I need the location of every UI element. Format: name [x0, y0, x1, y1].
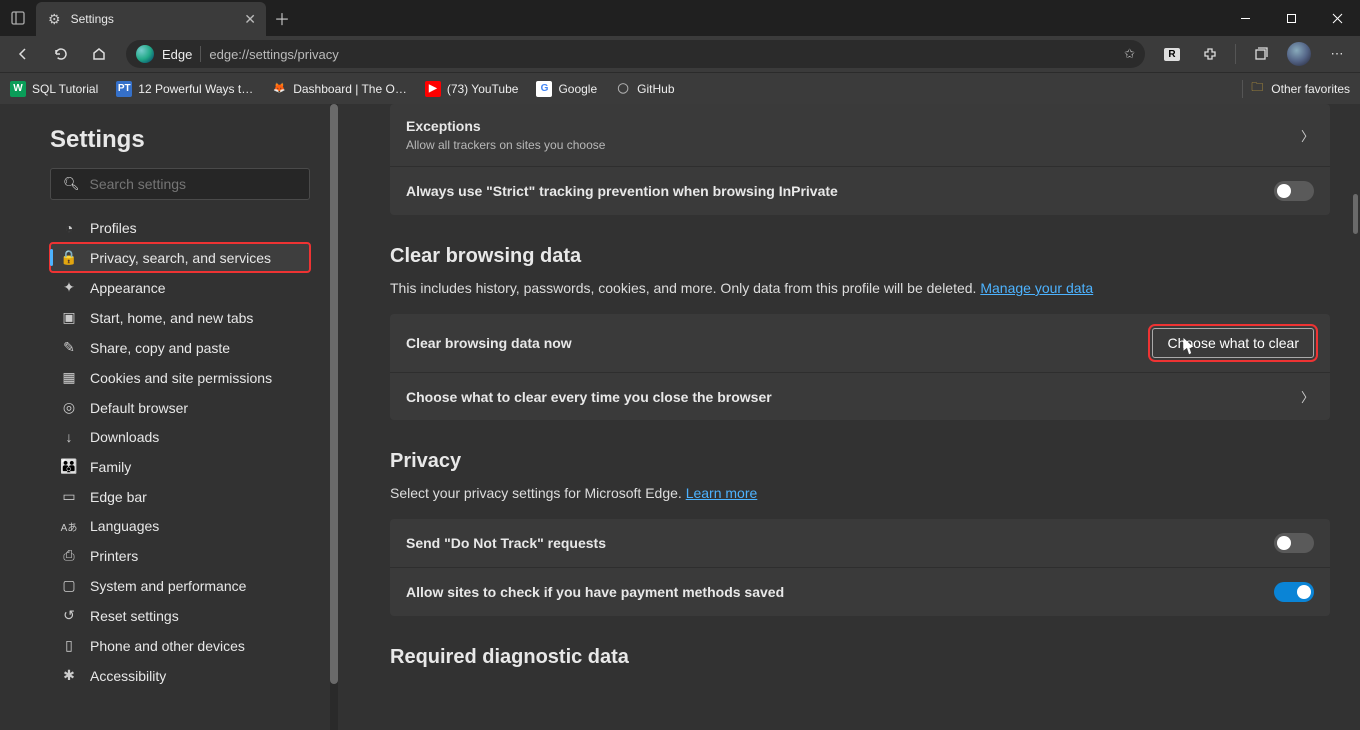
reset-icon: ↺ [60, 607, 78, 624]
sidebar-item-printers[interactable]: ⎙Printers [50, 541, 310, 570]
sidebar-item-accessibility[interactable]: ✱Accessibility [50, 661, 310, 690]
collections-button[interactable] [1244, 37, 1278, 71]
search-settings-box[interactable]: 🔍︎ [50, 168, 310, 200]
sidebar-item-family[interactable]: 👪Family [50, 452, 310, 481]
address-url: edge://settings/privacy [209, 47, 338, 62]
clear-data-heading: Clear browsing data [390, 245, 1330, 268]
sidebar-item-cookies[interactable]: ▦Cookies and site permissions [50, 363, 310, 392]
bookmark-item[interactable]: WSQL Tutorial [10, 81, 98, 97]
sidebar-item-appearance[interactable]: ✦Appearance [50, 273, 310, 302]
bookmark-item[interactable]: 🦊Dashboard | The O… [271, 81, 407, 97]
new-tab-button[interactable]: ＋ [266, 6, 298, 30]
bookmark-item[interactable]: GGoogle [536, 81, 597, 97]
home-button[interactable] [82, 37, 116, 71]
sidebar-item-privacy[interactable]: 🔒Privacy, search, and services [50, 243, 310, 272]
manage-data-link[interactable]: Manage your data [980, 280, 1093, 296]
favicon-icon: 🦊 [271, 81, 287, 97]
favicon-icon: ▶ [425, 81, 441, 97]
exceptions-row[interactable]: Exceptions Allow all trackers on sites y… [390, 104, 1330, 167]
edge-logo-icon [136, 45, 154, 63]
printer-icon: ⎙ [60, 547, 78, 564]
tab-title: Settings [71, 12, 114, 26]
extensions-button[interactable] [1193, 37, 1227, 71]
appearance-icon: ✦ [60, 279, 78, 296]
sidebar-scrollbar[interactable] [330, 104, 338, 730]
privacy-desc: Select your privacy settings for Microso… [390, 485, 1330, 501]
favicon-icon: W [10, 81, 26, 97]
profile-avatar[interactable] [1282, 37, 1316, 71]
back-button[interactable] [6, 37, 40, 71]
sidebar-item-phone[interactable]: ▯Phone and other devices [50, 631, 310, 660]
refresh-button[interactable] [44, 37, 78, 71]
window-minimize[interactable] [1222, 0, 1268, 36]
phone-icon: ▯ [60, 637, 78, 654]
language-icon: Aあ [60, 519, 78, 534]
sidebar-item-reset[interactable]: ↺Reset settings [50, 601, 310, 630]
sidebar-item-system[interactable]: ▢System and performance [50, 571, 310, 600]
bookmark-item[interactable]: ◯GitHub [615, 81, 674, 97]
favicon-icon: PT [116, 81, 132, 97]
strict-tracking-row: Always use "Strict" tracking prevention … [390, 167, 1330, 215]
clear-now-row: Clear browsing data now Choose what to c… [390, 314, 1330, 373]
sidebar-item-edgebar[interactable]: ▭Edge bar [50, 482, 310, 511]
diagnostic-heading: Required diagnostic data [390, 646, 1330, 669]
favicon-icon: G [536, 81, 552, 97]
window-close[interactable] [1314, 0, 1360, 36]
address-brand: Edge [162, 47, 192, 62]
payment-toggle[interactable] [1274, 582, 1314, 602]
edgebar-icon: ▭ [60, 488, 78, 505]
sidebar-item-share[interactable]: ✎Share, copy and paste [50, 333, 310, 362]
favicon-icon: ◯ [615, 81, 631, 97]
sidebar-item-languages[interactable]: AあLanguages [50, 512, 310, 540]
accessibility-icon: ✱ [60, 667, 78, 684]
dnt-toggle[interactable] [1274, 533, 1314, 553]
family-icon: 👪 [60, 458, 78, 475]
more-menu[interactable]: ⋯ [1320, 37, 1354, 71]
window-titlebar: ⚙ Settings ✕ ＋ [0, 0, 1360, 36]
settings-sidebar: Settings 🔍︎ ◔Profiles 🔒Privacy, search, … [0, 104, 340, 730]
bookmark-item[interactable]: ▶(73) YouTube [425, 81, 519, 97]
chevron-right-icon: 〉 [1301, 387, 1314, 406]
search-input[interactable] [90, 176, 297, 192]
choose-what-to-clear-button[interactable]: Choose what to clear [1152, 328, 1314, 358]
window-maximize[interactable] [1268, 0, 1314, 36]
system-icon: ▢ [60, 577, 78, 594]
payment-check-row: Allow sites to check if you have payment… [390, 568, 1330, 616]
strict-tracking-toggle[interactable] [1274, 181, 1314, 201]
bookmarks-bar: WSQL Tutorial PT12 Powerful Ways t… 🦊Das… [0, 72, 1360, 104]
page-title: Settings [50, 126, 310, 154]
download-icon: ↓ [60, 429, 78, 445]
learn-more-link[interactable]: Learn more [686, 485, 758, 501]
search-icon: 🔍︎ [63, 176, 80, 192]
sidebar-item-profiles[interactable]: ◔Profiles [50, 214, 310, 242]
browser-toolbar: Edge edge://settings/privacy ✩ R ⋯ [0, 36, 1360, 72]
address-bar[interactable]: Edge edge://settings/privacy ✩ [126, 40, 1145, 68]
chevron-right-icon: 〉 [1301, 126, 1314, 145]
sidebar-item-defaultbrowser[interactable]: ◎Default browser [50, 393, 310, 422]
privacy-heading: Privacy [390, 450, 1330, 473]
cookies-icon: ▦ [60, 369, 78, 386]
extension-r-button[interactable]: R [1155, 37, 1189, 71]
main-scrollbar[interactable] [1353, 194, 1358, 234]
tab-settings[interactable]: ⚙ Settings ✕ [36, 2, 266, 36]
clear-on-close-row[interactable]: Choose what to clear every time you clos… [390, 373, 1330, 420]
sidebar-item-start[interactable]: ▣Start, home, and new tabs [50, 303, 310, 332]
favorite-icon[interactable]: ✩ [1124, 46, 1135, 62]
sidebar-item-downloads[interactable]: ↓Downloads [50, 423, 310, 451]
close-tab-icon[interactable]: ✕ [244, 11, 256, 28]
other-favorites[interactable]: Other favorites [1271, 82, 1350, 96]
browser-icon: ◎ [60, 399, 78, 416]
dnt-row: Send "Do Not Track" requests [390, 519, 1330, 568]
clear-data-desc: This includes history, passwords, cookie… [390, 280, 1330, 296]
settings-main: Exceptions Allow all trackers on sites y… [340, 104, 1360, 730]
share-icon: ✎ [60, 339, 78, 356]
bookmark-item[interactable]: PT12 Powerful Ways t… [116, 81, 253, 97]
tab-actions-icon[interactable] [0, 10, 36, 26]
start-icon: ▣ [60, 309, 78, 326]
folder-icon: 🗀 [1251, 78, 1263, 99]
lock-icon: 🔒 [60, 249, 78, 266]
gear-icon: ⚙ [48, 11, 61, 28]
profile-icon: ◔ [60, 220, 78, 236]
